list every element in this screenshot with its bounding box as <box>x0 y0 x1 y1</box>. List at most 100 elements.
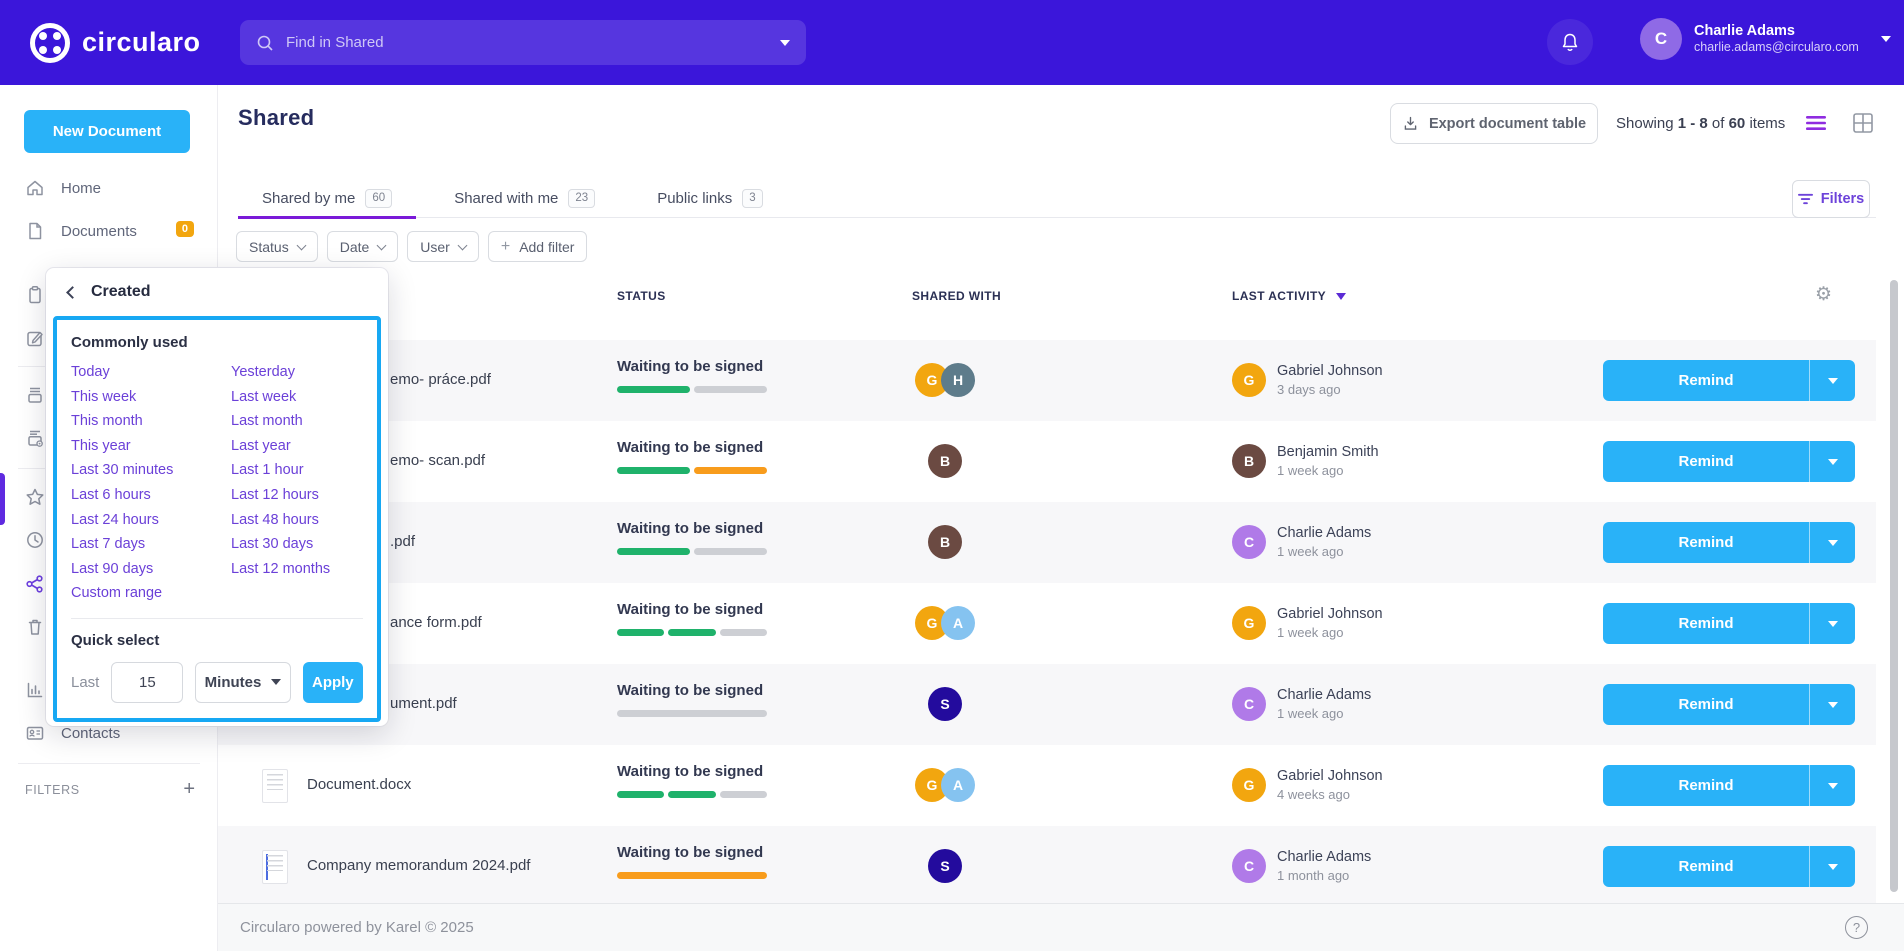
date-option-yesterday[interactable]: Yesterday <box>231 360 363 385</box>
remind-label: Remind <box>1603 522 1809 563</box>
sidebar-item-home[interactable]: Home <box>0 168 218 208</box>
date-option-last-week[interactable]: Last week <box>231 385 363 410</box>
date-option-today[interactable]: Today <box>71 360 231 385</box>
last-activity-cell: CCharlie Adams1 week ago <box>1232 525 1371 559</box>
remind-dropdown-caret[interactable] <box>1809 603 1855 644</box>
date-option-last-30-minutes[interactable]: Last 30 minutes <box>71 458 231 483</box>
remind-button[interactable]: Remind <box>1603 441 1855 482</box>
date-option-last-year[interactable]: Last year <box>231 434 363 459</box>
activity-avatar: G <box>1232 363 1266 397</box>
date-option-last-12-hours[interactable]: Last 12 hours <box>231 483 363 508</box>
date-option-custom-range[interactable]: Custom range <box>71 581 231 606</box>
clock-icon <box>25 530 45 550</box>
status-label: Waiting to be signed <box>617 682 777 699</box>
new-document-button[interactable]: New Document <box>24 110 190 153</box>
remind-button[interactable]: Remind <box>1603 522 1855 563</box>
progress-segment-grey <box>617 710 767 717</box>
filter-chip-status[interactable]: Status <box>236 231 318 262</box>
table-row: emo- scan.pdfWaiting to be signedBBBenja… <box>218 421 1876 502</box>
remind-dropdown-caret[interactable] <box>1809 846 1855 887</box>
document-name[interactable]: ument.pdf <box>390 695 457 712</box>
remind-dropdown-caret[interactable] <box>1809 360 1855 401</box>
user-name: Charlie Adams <box>1694 22 1859 40</box>
date-option-last-24-hours[interactable]: Last 24 hours <box>71 508 231 533</box>
remind-dropdown-caret[interactable] <box>1809 441 1855 482</box>
tab-public-links[interactable]: Public links3 <box>633 178 786 218</box>
quick-select-unit-dropdown[interactable]: Minutes <box>195 662 290 703</box>
notifications-button[interactable] <box>1547 19 1593 65</box>
date-option-last-1-hour[interactable]: Last 1 hour <box>231 458 363 483</box>
date-option-last-6-hours[interactable]: Last 6 hours <box>71 483 231 508</box>
column-header-last-activity[interactable]: LAST ACTIVITY <box>1232 289 1346 303</box>
table-row: ance form.pdfWaiting to be signedGAGGabr… <box>218 583 1876 664</box>
remind-dropdown-caret[interactable] <box>1809 684 1855 725</box>
document-name[interactable]: Document.docx <box>307 776 411 793</box>
document-name[interactable]: emo- scan.pdf <box>390 452 485 469</box>
remind-dropdown-caret[interactable] <box>1809 522 1855 563</box>
add-filter-label: Add filter <box>519 239 574 255</box>
list-view-icon[interactable] <box>1804 113 1828 133</box>
user-menu[interactable]: C Charlie Adams charlie.adams@circularo.… <box>1640 18 1891 60</box>
date-option-this-year[interactable]: This year <box>71 434 231 459</box>
date-option-this-month[interactable]: This month <box>71 409 231 434</box>
grid-view-icon[interactable] <box>1852 112 1874 134</box>
shared-avatar[interactable]: B <box>928 525 962 559</box>
last-activity-cell: BBenjamin Smith1 week ago <box>1232 444 1379 478</box>
export-document-table-button[interactable]: Export document table <box>1390 103 1598 144</box>
date-option-last-30-days[interactable]: Last 30 days <box>231 532 363 557</box>
document-name[interactable]: emo- práce.pdf <box>390 371 491 388</box>
date-option-last-48-hours[interactable]: Last 48 hours <box>231 508 363 533</box>
document-name[interactable]: Company memorandum 2024.pdf <box>307 857 530 874</box>
document-name[interactable]: ance form.pdf <box>390 614 482 631</box>
back-chevron-icon[interactable] <box>66 286 79 299</box>
tab-shared-with-me[interactable]: Shared with me23 <box>430 178 619 218</box>
sidebar-item-documents[interactable]: Documents 0 <box>0 211 218 251</box>
status-cell: Waiting to be signed <box>617 844 777 879</box>
add-filter-chip[interactable]: +Add filter <box>488 231 588 262</box>
remind-button[interactable]: Remind <box>1603 684 1855 725</box>
document-name[interactable]: .pdf <box>390 533 415 550</box>
shared-avatar[interactable]: A <box>941 768 975 802</box>
date-option-last-7-days[interactable]: Last 7 days <box>71 532 231 557</box>
table-scrollbar[interactable] <box>1890 280 1898 892</box>
date-option-last-month[interactable]: Last month <box>231 409 363 434</box>
remind-button[interactable]: Remind <box>1603 360 1855 401</box>
search-input[interactable] <box>286 34 768 51</box>
search-scope-caret-icon[interactable] <box>780 40 790 46</box>
table-row: Document.docxWaiting to be signedGAGGabr… <box>218 745 1876 826</box>
shared-avatar[interactable]: B <box>928 444 962 478</box>
shared-avatar[interactable]: S <box>928 687 962 721</box>
global-search[interactable] <box>240 20 806 65</box>
shared-avatar[interactable]: H <box>941 363 975 397</box>
remind-button[interactable]: Remind <box>1603 765 1855 806</box>
table-row: ument.pdfWaiting to be signedSCCharlie A… <box>218 664 1876 745</box>
date-option-last-12-months[interactable]: Last 12 months <box>231 557 363 582</box>
filter-chip-user[interactable]: User <box>407 231 479 262</box>
activity-time: 1 week ago <box>1277 463 1379 478</box>
brand[interactable]: circularo <box>30 0 201 85</box>
shared-avatar[interactable]: S <box>928 849 962 883</box>
remind-button[interactable]: Remind <box>1603 603 1855 644</box>
date-panel-title: Created <box>91 283 151 301</box>
caret-down-icon <box>1828 783 1838 789</box>
activity-meta: Gabriel Johnson3 days ago <box>1277 363 1383 397</box>
add-filter-plus-button[interactable]: + <box>183 778 195 801</box>
column-header-status[interactable]: STATUS <box>617 289 666 303</box>
filters-button[interactable]: Filters <box>1792 180 1870 218</box>
help-icon[interactable]: ? <box>1845 916 1868 939</box>
column-header-shared-with[interactable]: SHARED WITH <box>912 289 1001 303</box>
apply-button[interactable]: Apply <box>303 662 363 703</box>
remind-dropdown-caret[interactable] <box>1809 765 1855 806</box>
progress-segment-green <box>668 791 715 798</box>
table-settings-gear-icon[interactable]: ⚙ <box>1815 283 1832 306</box>
remind-button[interactable]: Remind <box>1603 846 1855 887</box>
caret-down-icon <box>1828 702 1838 708</box>
shared-avatar[interactable]: A <box>941 606 975 640</box>
sidebar-filters-section: FILTERS + <box>25 778 195 801</box>
date-option-this-week[interactable]: This week <box>71 385 231 410</box>
date-option-last-90-days[interactable]: Last 90 days <box>71 557 231 582</box>
sort-descending-icon <box>1336 293 1346 300</box>
quick-select-value-input[interactable] <box>111 662 183 703</box>
tab-shared-by-me[interactable]: Shared by me60 <box>238 178 416 218</box>
filter-chip-date[interactable]: Date <box>327 231 399 262</box>
